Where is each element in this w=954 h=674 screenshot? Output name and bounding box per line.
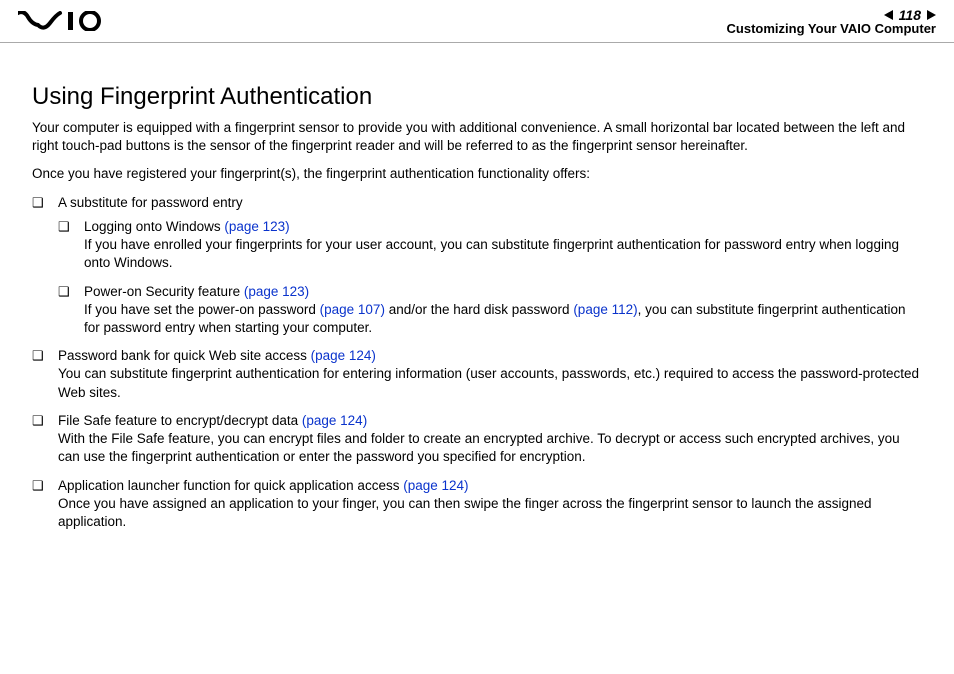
list-item: Password bank for quick Web site access … [32, 347, 922, 402]
item-body: You can substitute fingerprint authentic… [58, 366, 919, 399]
page-content: Using Fingerprint Authentication Your co… [0, 43, 954, 531]
xref-link[interactable]: (page 107) [320, 302, 385, 317]
item-lead: Password bank for quick Web site access [58, 348, 311, 363]
feature-sublist: Logging onto Windows (page 123) If you h… [58, 218, 922, 337]
xref-link[interactable]: (page 124) [311, 348, 376, 363]
item-lead: Power-on Security feature [84, 284, 244, 299]
xref-link[interactable]: (page 124) [302, 413, 367, 428]
xref-link[interactable]: (page 123) [224, 219, 289, 234]
xref-link[interactable]: (page 112) [573, 302, 637, 317]
list-item: Power-on Security feature (page 123) If … [58, 283, 922, 338]
section-title: Customizing Your VAIO Computer [727, 21, 936, 36]
item-lead: Application launcher function for quick … [58, 478, 403, 493]
item-text: A substitute for password entry [58, 195, 243, 210]
item-body: With the File Safe feature, you can encr… [58, 431, 900, 464]
xref-link[interactable]: (page 123) [244, 284, 309, 299]
prev-page-arrow-icon[interactable] [884, 10, 893, 20]
intro-paragraph-1: Your computer is equipped with a fingerp… [32, 119, 922, 155]
item-lead: File Safe feature to encrypt/decrypt dat… [58, 413, 302, 428]
item-lead: Logging onto Windows [84, 219, 224, 234]
xref-link[interactable]: (page 124) [403, 478, 468, 493]
list-item: Logging onto Windows (page 123) If you h… [58, 218, 922, 273]
page-title: Using Fingerprint Authentication [32, 83, 922, 111]
list-item: File Safe feature to encrypt/decrypt dat… [32, 412, 922, 467]
item-body: If you have set the power-on password [84, 302, 320, 317]
next-page-arrow-icon[interactable] [927, 10, 936, 20]
document-page: 118 Customizing Your VAIO Computer Using… [0, 0, 954, 674]
item-body: Once you have assigned an application to… [58, 496, 872, 529]
item-body: If you have enrolled your fingerprints f… [84, 237, 899, 270]
item-body: and/or the hard disk password [385, 302, 573, 317]
list-item: Application launcher function for quick … [32, 477, 922, 532]
feature-list: A substitute for password entry Logging … [32, 194, 922, 532]
page-header: 118 Customizing Your VAIO Computer [0, 0, 954, 43]
list-item: A substitute for password entry Logging … [32, 194, 922, 338]
vaio-logo [18, 11, 110, 31]
intro-paragraph-2: Once you have registered your fingerprin… [32, 165, 922, 183]
header-right: 118 Customizing Your VAIO Computer [727, 7, 936, 36]
